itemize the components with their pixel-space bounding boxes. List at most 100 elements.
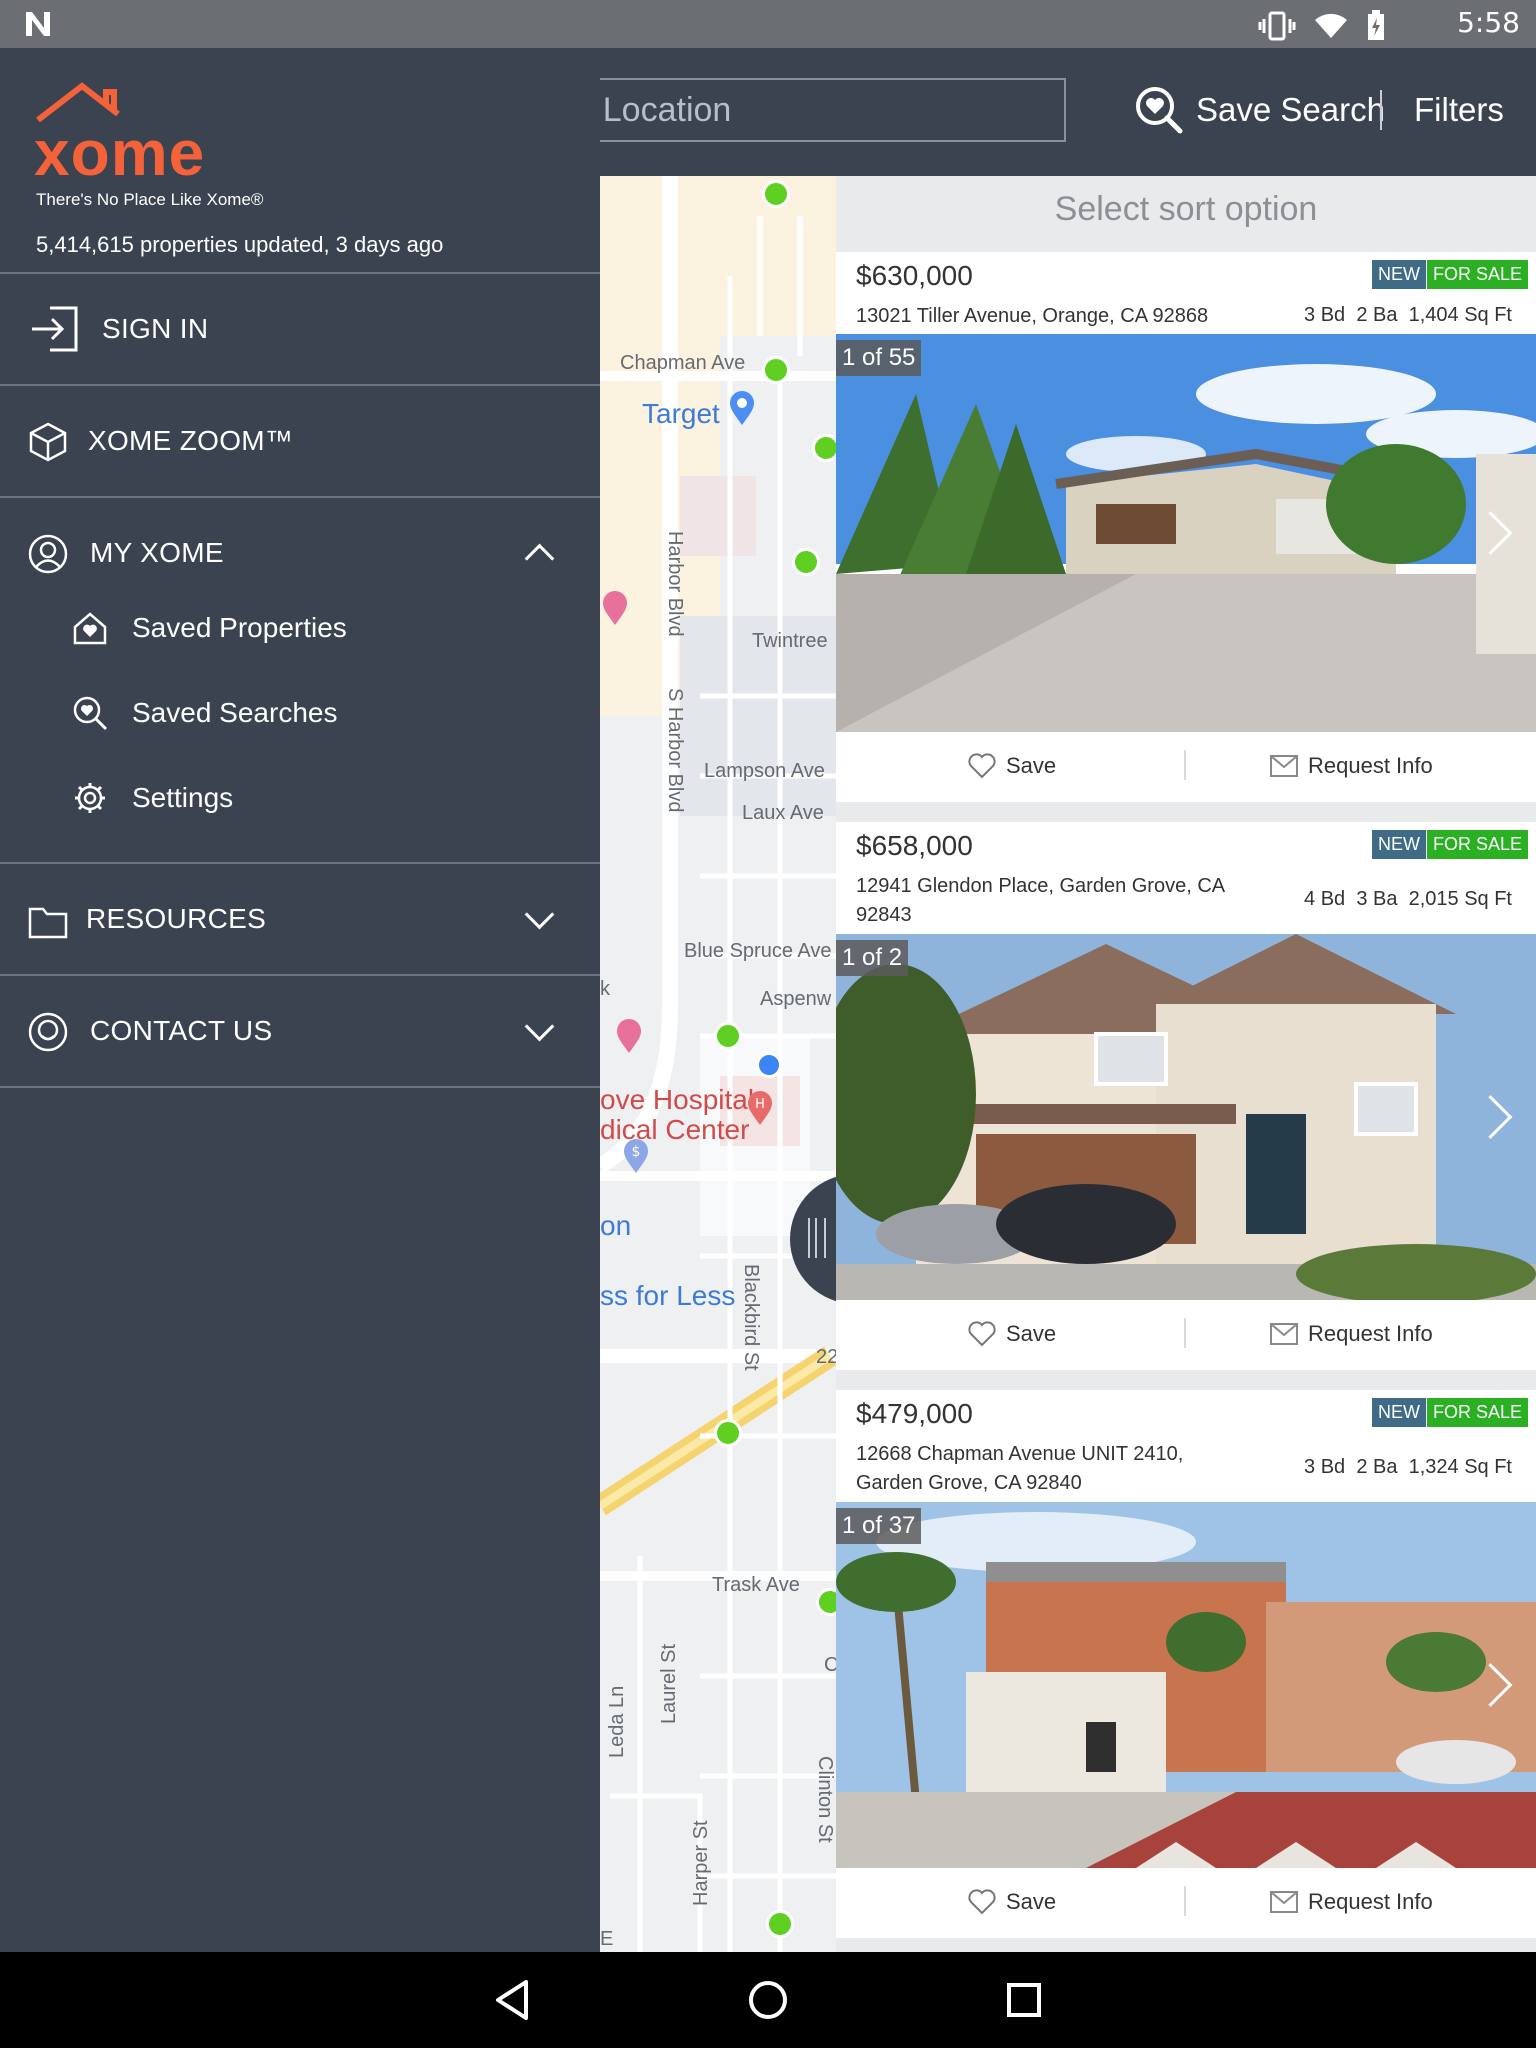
map-label: Harbor Blvd: [664, 531, 686, 637]
location-search-input[interactable]: r Location: [560, 78, 1066, 142]
listing-pin[interactable]: [816, 1588, 836, 1616]
for-sale-badge: FOR SALE: [1426, 1398, 1528, 1427]
new-badge: NEW: [1372, 1398, 1426, 1427]
map-label: Blue Spruce Ave: [684, 940, 832, 962]
listing-photo[interactable]: 1 of 2: [836, 934, 1536, 1300]
save-label: Save: [1006, 1889, 1057, 1914]
battery-icon: [1368, 10, 1384, 40]
map-label: on: [600, 1210, 632, 1241]
listing-actions: Save Request Info: [836, 1868, 1536, 1936]
map-label: Blackbird St: [740, 1264, 762, 1371]
map-label: Aspenw: [760, 988, 832, 1010]
xome-logo: xome: [34, 82, 244, 197]
map-label: Lampson Ave: [704, 760, 825, 782]
listing-pin[interactable]: [792, 548, 820, 576]
wifi-icon: [1315, 13, 1347, 39]
listing-card[interactable]: $479,000 NEW FOR SALE 12668 Chapman Aven…: [836, 1390, 1536, 1938]
map-label: Trask Ave: [712, 1574, 800, 1596]
xome-zoom-item[interactable]: XOME ZOOM™: [0, 386, 600, 496]
clock: 5:58: [1457, 6, 1520, 39]
sqft: 1,324 Sq Ft: [1408, 1456, 1512, 1478]
photo-counter: 1 of 55: [836, 340, 922, 376]
save-search-label: Save Search: [1196, 91, 1385, 128]
target-pin-icon[interactable]: [728, 390, 756, 426]
gear-icon: [75, 783, 105, 813]
listing-panel: Select sort option $630,000 NEW FOR SALE…: [836, 176, 1536, 1952]
map-label: Leda Ln: [606, 1685, 628, 1758]
save-listing-button[interactable]: Save: [968, 1868, 1056, 1936]
back-icon[interactable]: [488, 1976, 536, 2024]
notification-n-icon: [26, 12, 50, 36]
listing-price: $630,000: [856, 260, 973, 291]
hospital-pin-icon[interactable]: H: [746, 1090, 774, 1126]
listing-pin[interactable]: [762, 356, 790, 384]
map-label: Laux Ave: [742, 802, 824, 824]
envelope-icon: [1270, 1323, 1298, 1345]
listing-photo[interactable]: 1 of 37: [836, 1502, 1536, 1868]
saved-properties-item[interactable]: Saved Properties: [72, 593, 347, 663]
map-label: E: [600, 1928, 614, 1950]
heart-icon: [968, 1889, 996, 1915]
heart-icon: [968, 1321, 996, 1347]
hotel-pin-icon[interactable]: [614, 1018, 644, 1054]
listing-card[interactable]: $630,000 NEW FOR SALE 13021 Tiller Avenu…: [836, 252, 1536, 802]
system-nav-bar: [0, 1952, 1536, 2048]
save-listing-button[interactable]: Save: [968, 1300, 1056, 1368]
listing-pin[interactable]: [812, 434, 836, 462]
house-photo-1: [836, 334, 1536, 732]
action-divider: [1184, 750, 1186, 780]
hotel-pin-icon[interactable]: [600, 590, 630, 626]
listing-actions: Save Request Info: [836, 1300, 1536, 1368]
listing-pin[interactable]: [762, 180, 790, 208]
save-search-button[interactable]: Save Search: [1134, 78, 1385, 142]
map-label: 22: [816, 1346, 836, 1368]
svg-text:$: $: [632, 1144, 641, 1160]
bank-pin-icon[interactable]: $: [622, 1138, 650, 1174]
listing-price: $658,000: [856, 830, 973, 861]
listing-pin[interactable]: [714, 1022, 742, 1050]
photo-counter: 1 of 2: [836, 940, 909, 976]
for-sale-badge: FOR SALE: [1426, 830, 1528, 859]
listing-card[interactable]: $658,000 NEW FOR SALE 12941 Glendon Plac…: [836, 822, 1536, 1370]
map-label: ss for Less: [600, 1280, 736, 1311]
map-label: Laurel St: [658, 1643, 680, 1724]
sqft: 2,015 Sq Ft: [1408, 888, 1512, 910]
new-badge: NEW: [1372, 830, 1426, 859]
saved-searches-label: Saved Searches: [132, 697, 338, 728]
request-info-button[interactable]: Request Info: [1270, 1868, 1433, 1936]
my-xome-item[interactable]: MY XOME: [0, 498, 600, 608]
envelope-icon: [1270, 1891, 1298, 1913]
photo-counter: 1 of 37: [836, 1508, 922, 1544]
recents-icon[interactable]: [1000, 1976, 1048, 2024]
contact-us-item[interactable]: CONTACT US: [0, 976, 600, 1086]
listing-stats: 3 Bd 2 Ba 1,324 Sq Ft: [1304, 1456, 1512, 1479]
svg-text:H: H: [755, 1097, 765, 1112]
heart-icon: [968, 753, 996, 779]
resources-item[interactable]: RESOURCES: [0, 864, 600, 974]
current-location-dot: [756, 1052, 782, 1078]
baths: 2 Ba: [1356, 1456, 1398, 1478]
listing-pin[interactable]: [766, 1910, 794, 1938]
home-icon[interactable]: [744, 1976, 792, 2024]
sqft: 1,404 Sq Ft: [1408, 304, 1512, 326]
brand-wordmark: xome: [34, 117, 206, 189]
listing-address: 12941 Glendon Place, Garden Grove, CA 92…: [856, 875, 1225, 926]
settings-item[interactable]: Settings: [72, 763, 233, 833]
status-icons: [1258, 10, 1386, 42]
request-info-label: Request Info: [1308, 1889, 1433, 1914]
heart-search-icon: [1136, 87, 1183, 134]
request-info-button[interactable]: Request Info: [1270, 1300, 1433, 1368]
for-sale-badge: FOR SALE: [1426, 260, 1528, 289]
listing-photo[interactable]: 1 of 55: [836, 334, 1536, 732]
sign-in-item[interactable]: SIGN IN: [0, 274, 600, 384]
listing-pin[interactable]: [714, 1419, 742, 1447]
contact-us-label: CONTACT US: [90, 1015, 273, 1046]
sort-select[interactable]: Select sort option: [836, 176, 1536, 252]
filters-button[interactable]: Filters: [1414, 78, 1504, 142]
saved-searches-item[interactable]: Saved Searches: [72, 678, 337, 748]
new-badge: NEW: [1372, 260, 1426, 289]
save-label: Save: [1006, 753, 1057, 778]
request-info-button[interactable]: Request Info: [1270, 732, 1433, 800]
save-listing-button[interactable]: Save: [968, 732, 1056, 800]
tagline: There's No Place Like Xome®: [36, 190, 264, 209]
